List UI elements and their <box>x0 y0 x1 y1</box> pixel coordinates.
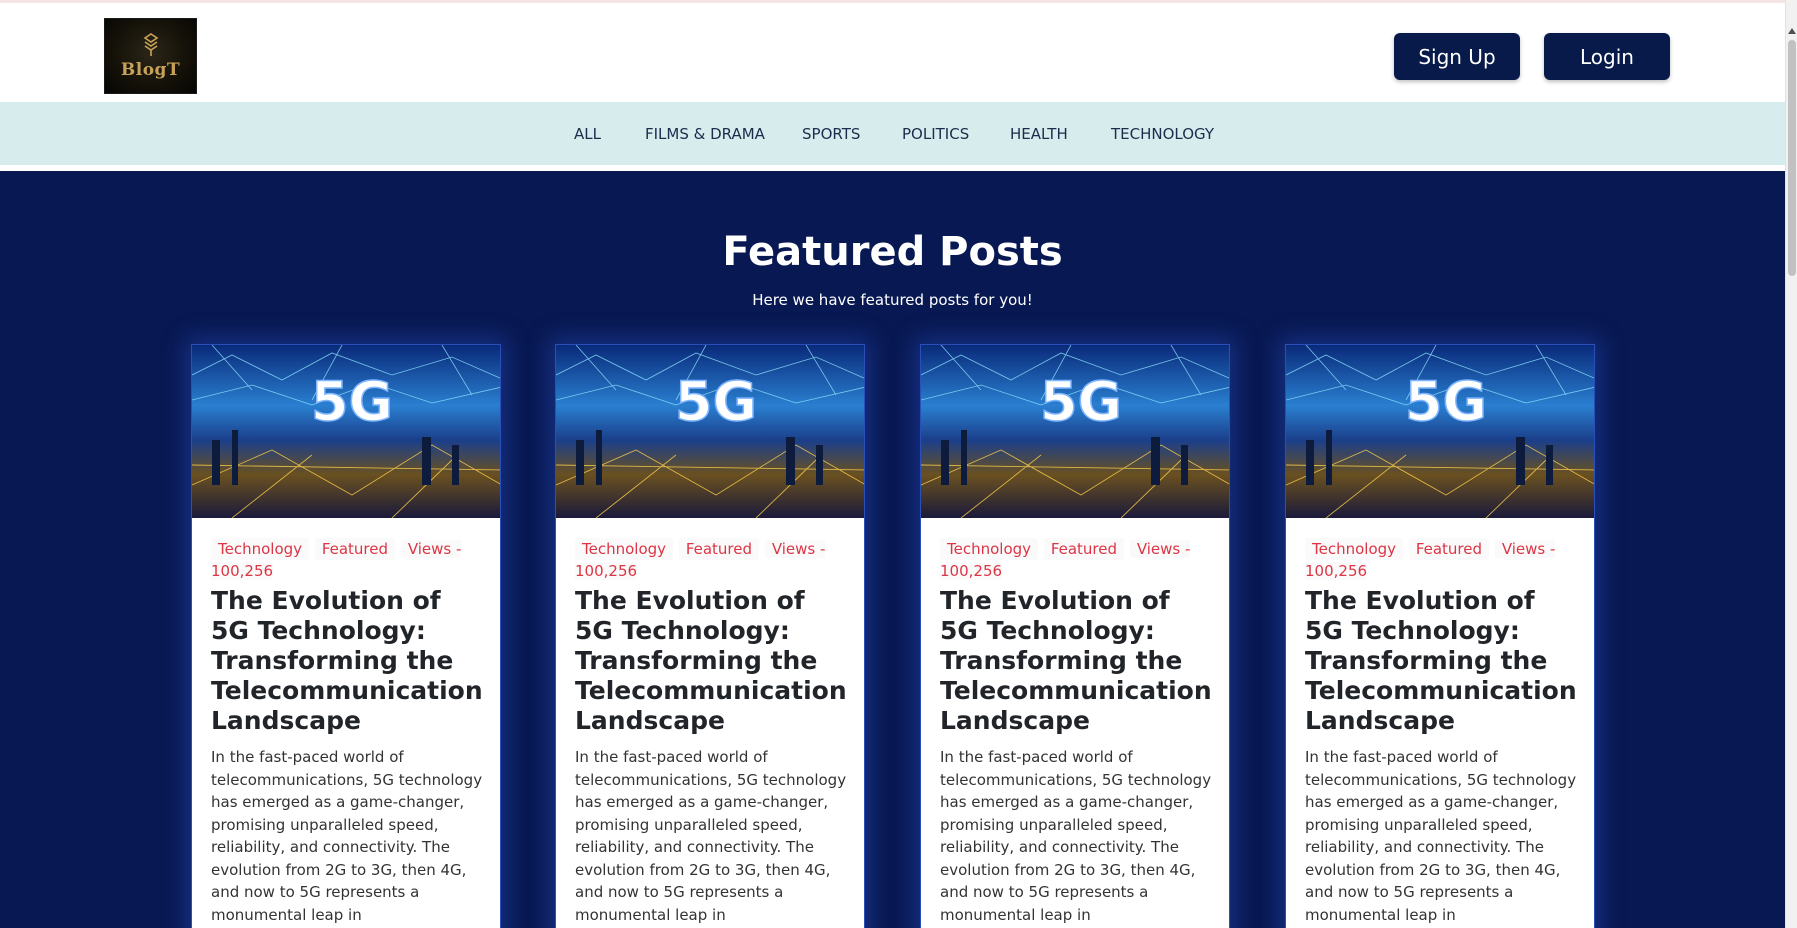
post-card-body: Technology Featured Views - 100,256 The … <box>1305 538 1581 928</box>
logo-mark-icon <box>143 33 158 56</box>
category-tag[interactable]: Technology <box>211 538 310 560</box>
featured-section: Featured Posts Here we have featured pos… <box>0 171 1785 928</box>
featured-tag: Featured <box>1408 538 1490 560</box>
post-excerpt: In the fast-paced world of telecommunica… <box>575 748 847 924</box>
logo-text: BlogT <box>120 60 181 80</box>
post-tags: Technology Featured Views - 100,256 <box>211 538 487 582</box>
post-title[interactable]: The Evolution of 5G Technology: Transfor… <box>1305 586 1581 736</box>
post-image-text: 5G <box>1405 370 1487 433</box>
category-tag[interactable]: Technology <box>1305 538 1404 560</box>
post-image-text: 5G <box>311 370 393 433</box>
post-image[interactable]: 5G <box>556 345 865 518</box>
post-card-body: Technology Featured Views - 100,256 The … <box>211 538 487 928</box>
post-title[interactable]: The Evolution of 5G Technology: Transfor… <box>211 586 487 736</box>
sign-up-button[interactable]: Sign Up <box>1394 33 1520 80</box>
post-card[interactable]: 5G Technology Featured Views - 100,256 T… <box>191 344 501 928</box>
category-nav: ALL FILMS & DRAMA SPORTS POLITICS HEALTH… <box>0 102 1785 165</box>
post-card[interactable]: 5G Technology Featured Views - 100,256 T… <box>555 344 865 928</box>
post-card[interactable]: 5G Technology Featured Views - 100,256 T… <box>1285 344 1595 928</box>
category-tag[interactable]: Technology <box>575 538 674 560</box>
page: BlogT Sign Up Login ALL FILMS & DRAMA SP… <box>0 0 1785 928</box>
post-excerpt: In the fast-paced world of telecommunica… <box>1305 748 1577 924</box>
post-image[interactable]: 5G <box>1286 345 1595 518</box>
post-title[interactable]: The Evolution of 5G Technology: Transfor… <box>575 586 851 736</box>
featured-tag: Featured <box>1043 538 1125 560</box>
featured-tag: Featured <box>678 538 760 560</box>
scroll-up-arrow-icon[interactable] <box>1788 28 1796 34</box>
site-header: BlogT Sign Up Login <box>0 3 1785 102</box>
nav-item-sports[interactable]: SPORTS <box>802 102 860 165</box>
post-title[interactable]: The Evolution of 5G Technology: Transfor… <box>940 586 1216 736</box>
post-image-text: 5G <box>1040 370 1122 433</box>
scrollbar-thumb[interactable] <box>1788 40 1796 276</box>
post-image[interactable]: 5G <box>921 345 1230 518</box>
nav-item-politics[interactable]: POLITICS <box>902 102 969 165</box>
post-tags: Technology Featured Views - 100,256 <box>575 538 851 582</box>
nav-item-technology[interactable]: TECHNOLOGY <box>1111 102 1214 165</box>
login-button[interactable]: Login <box>1544 33 1670 80</box>
nav-item-health[interactable]: HEALTH <box>1010 102 1068 165</box>
nav-item-all[interactable]: ALL <box>574 102 601 165</box>
category-tag[interactable]: Technology <box>940 538 1039 560</box>
post-card-body: Technology Featured Views - 100,256 The … <box>575 538 851 928</box>
post-excerpt: In the fast-paced world of telecommunica… <box>940 748 1212 924</box>
post-tags: Technology Featured Views - 100,256 <box>940 538 1216 582</box>
site-logo[interactable]: BlogT <box>104 18 197 94</box>
post-card-body: Technology Featured Views - 100,256 The … <box>940 538 1216 928</box>
featured-tag: Featured <box>314 538 396 560</box>
post-tags: Technology Featured Views - 100,256 <box>1305 538 1581 582</box>
post-excerpt: In the fast-paced world of telecommunica… <box>211 748 483 924</box>
featured-subtitle: Here we have featured posts for you! <box>752 291 1033 309</box>
nav-item-films-drama[interactable]: FILMS & DRAMA <box>645 102 765 165</box>
post-image-text: 5G <box>675 370 757 433</box>
post-card[interactable]: 5G Technology Featured Views - 100,256 T… <box>920 344 1230 928</box>
featured-title: Featured Posts <box>722 229 1063 275</box>
post-image[interactable]: 5G <box>192 345 501 518</box>
page-scrollbar[interactable] <box>1785 0 1797 928</box>
